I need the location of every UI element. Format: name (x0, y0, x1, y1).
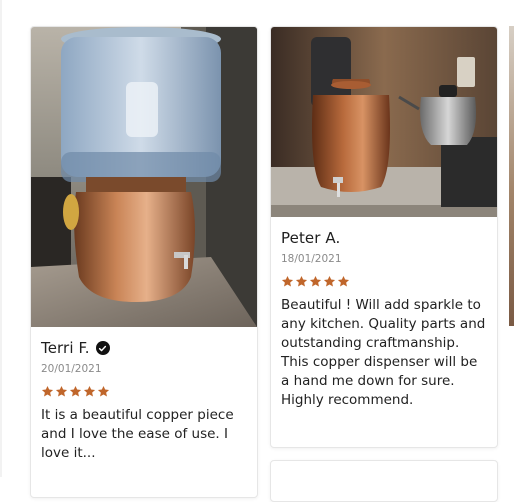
star-rating (281, 275, 487, 288)
review-card-terri[interactable]: Terri F. 20/01/2021 It is a beautiful co… (30, 26, 258, 498)
review-card-next[interactable] (270, 460, 498, 502)
review-date: 20/01/2021 (41, 363, 102, 375)
star-icon (323, 275, 336, 287)
star-icon (337, 275, 350, 287)
review-card-peter[interactable]: Peter A. 18/01/2021 Beautiful ! Will add… (270, 26, 498, 448)
star-icon (309, 275, 322, 287)
star-icon (41, 385, 54, 397)
star-icon (69, 385, 82, 397)
reviewer-name-row: Peter A. (281, 229, 487, 247)
check-circle-icon (95, 341, 110, 355)
page-edge (0, 0, 2, 477)
star-rating (41, 385, 247, 398)
reviewer-name-row: Terri F. (41, 339, 247, 357)
review-date: 18/01/2021 (281, 253, 342, 265)
review-body: Terri F. 20/01/2021 It is a beautiful co… (41, 339, 247, 463)
star-icon (97, 385, 110, 397)
review-text: Beautiful ! Will add sparkle to any kitc… (281, 297, 486, 408)
star-icon (295, 275, 308, 287)
review-body: Peter A. 18/01/2021 Beautiful ! Will add… (281, 229, 487, 410)
review-photo[interactable] (31, 27, 257, 327)
star-icon (281, 275, 294, 287)
star-icon (55, 385, 68, 397)
review-text: It is a beautiful copper piece and I lov… (41, 407, 234, 461)
review-card-partial[interactable] (509, 26, 514, 326)
reviewer-name: Terri F. (41, 339, 90, 357)
review-photo[interactable] (271, 27, 497, 217)
star-icon (83, 385, 96, 397)
reviewer-name: Peter A. (281, 229, 341, 247)
